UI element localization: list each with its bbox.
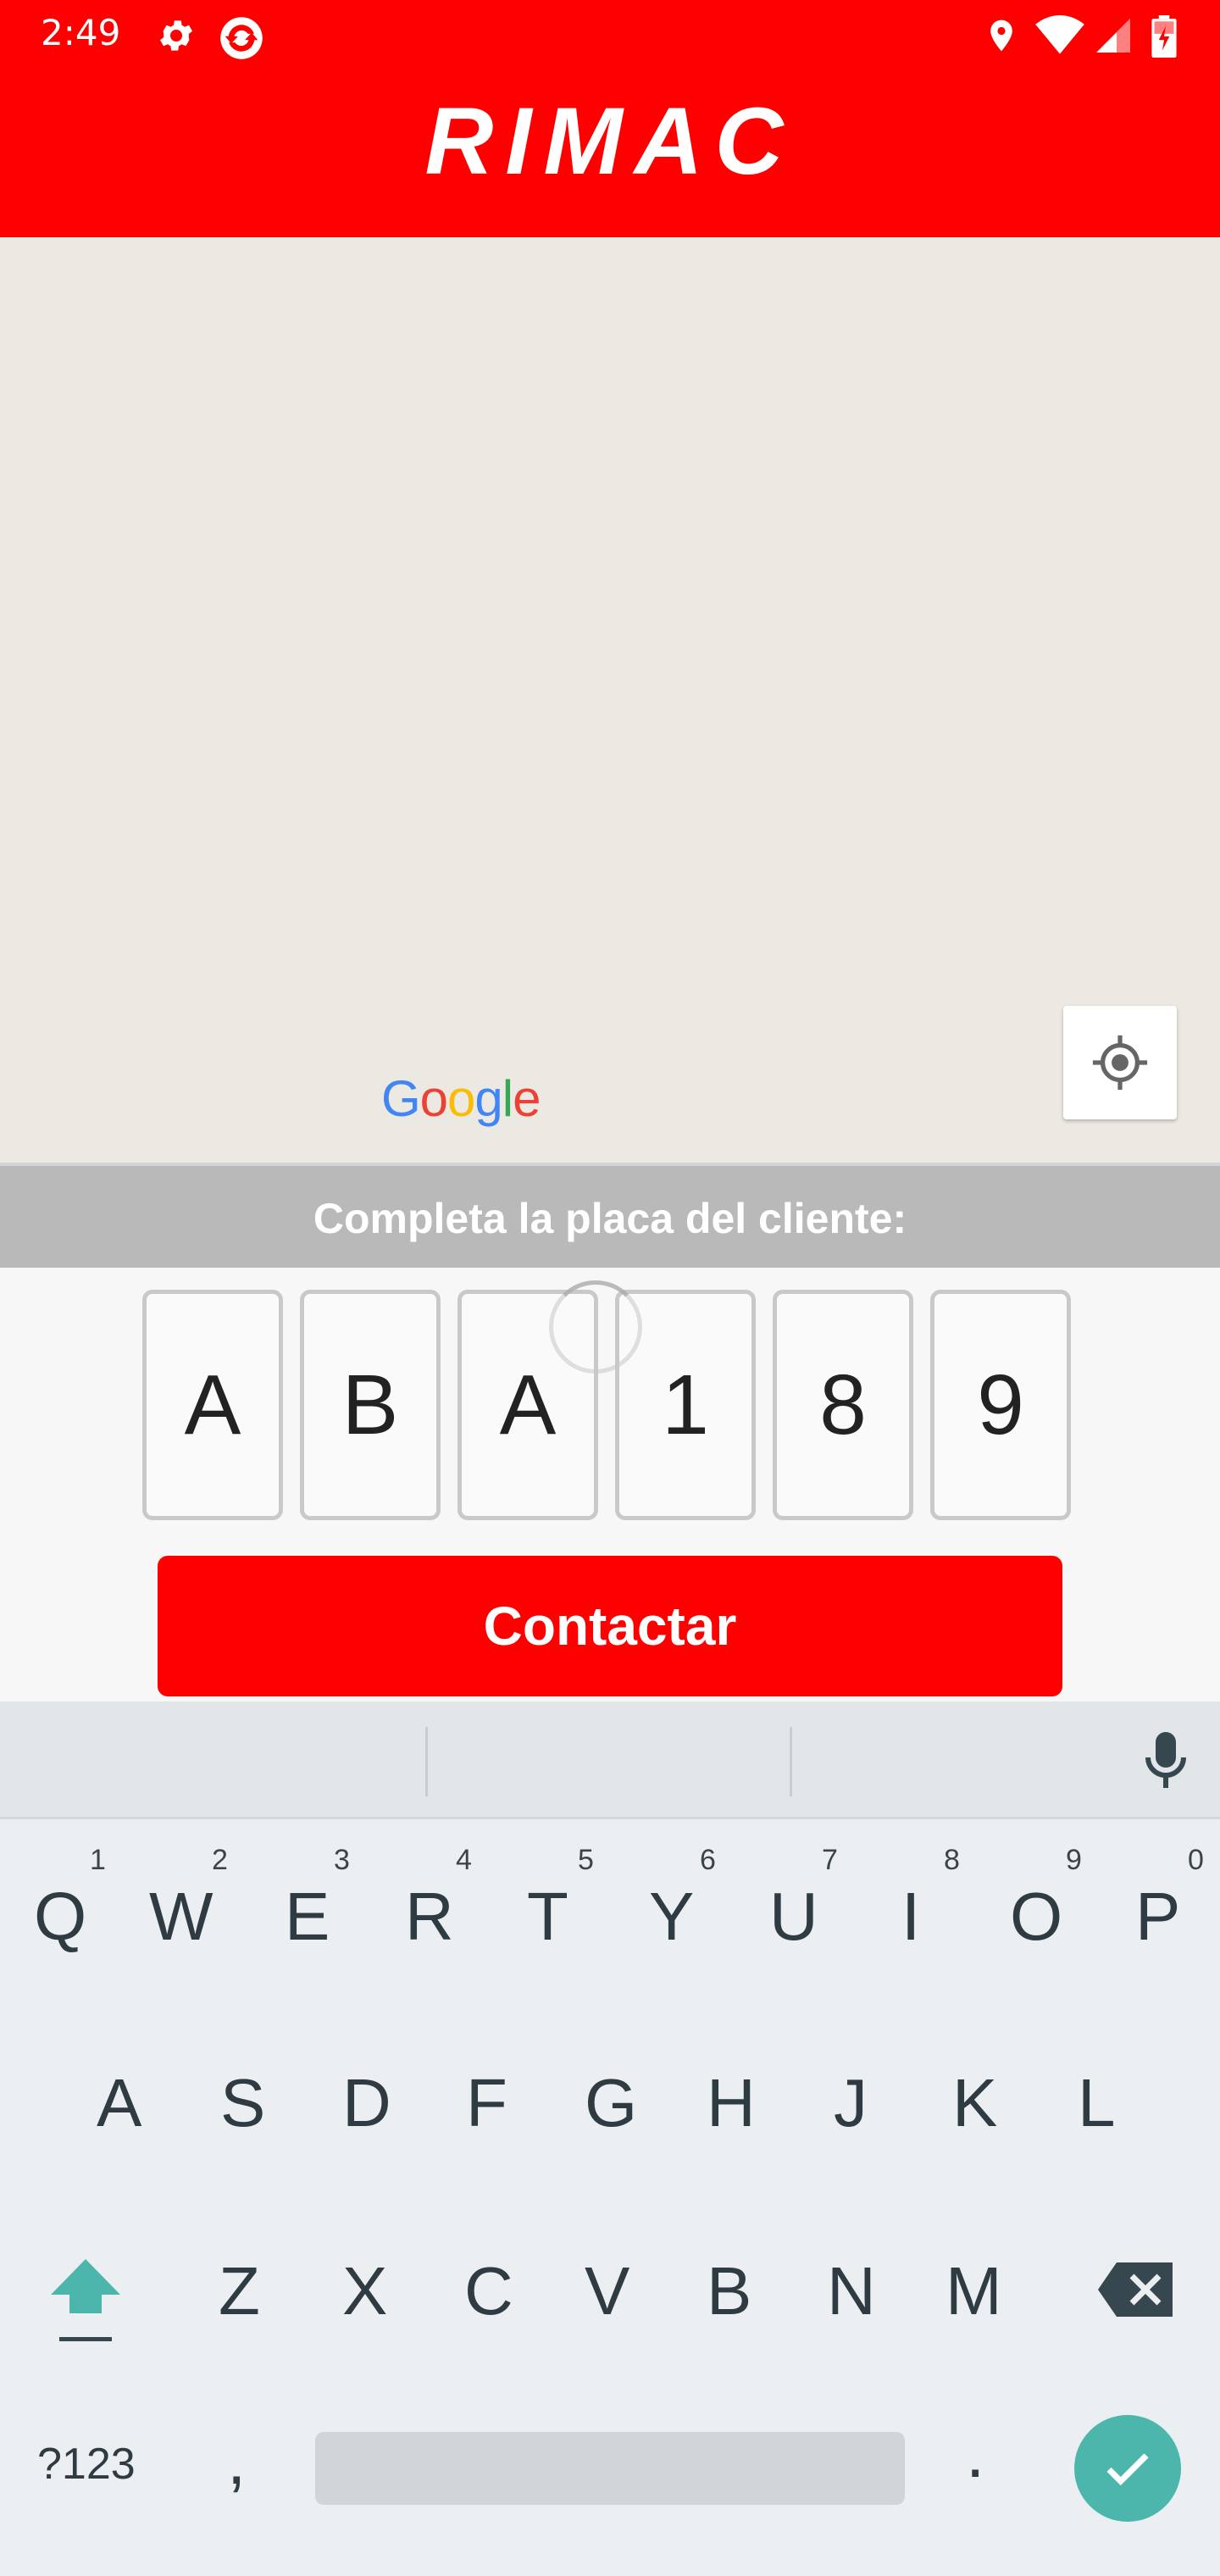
key-q[interactable]: Q bbox=[34, 1878, 86, 1956]
google-letter: e bbox=[513, 1070, 541, 1127]
contact-button[interactable]: Contactar bbox=[158, 1556, 1062, 1696]
loading-spinner bbox=[549, 1280, 642, 1374]
plate-char-input[interactable]: A bbox=[142, 1290, 283, 1520]
suggestion-strip bbox=[0, 1702, 1220, 1819]
app-header: RIMAC bbox=[0, 71, 1220, 237]
key-a[interactable]: A bbox=[97, 2064, 141, 2142]
key-hint: 4 bbox=[456, 1844, 472, 1876]
key-s[interactable]: S bbox=[220, 2064, 265, 2142]
battery-icon bbox=[1151, 15, 1178, 62]
shift-arrow-icon bbox=[51, 2259, 120, 2341]
status-time: 2:49 bbox=[41, 12, 121, 53]
key-h[interactable]: H bbox=[707, 2064, 756, 2142]
key-f[interactable]: F bbox=[466, 2064, 507, 2142]
key-w[interactable]: W bbox=[149, 1878, 214, 1956]
plate-panel-title: Completa la placa del cliente: bbox=[0, 1163, 1220, 1268]
key-hint: 2 bbox=[212, 1844, 228, 1876]
plate-char-input[interactable]: 8 bbox=[773, 1290, 913, 1520]
space-bar[interactable] bbox=[315, 2432, 905, 2505]
key-e[interactable]: E bbox=[285, 1878, 330, 1956]
suggestion-divider bbox=[425, 1727, 428, 1796]
key-v[interactable]: V bbox=[585, 2252, 629, 2330]
brand-logo: RIMAC bbox=[424, 88, 796, 194]
google-letter: l bbox=[502, 1070, 513, 1127]
key-b[interactable]: B bbox=[707, 2252, 751, 2330]
status-bar: 2:49 bbox=[0, 0, 1220, 71]
key-n[interactable]: N bbox=[827, 2252, 876, 2330]
settings-icon bbox=[156, 15, 197, 60]
symbols-key[interactable]: ?123 bbox=[37, 2439, 136, 2490]
plate-char-input[interactable]: B bbox=[300, 1290, 441, 1520]
google-letter: o bbox=[447, 1070, 475, 1127]
key-d[interactable]: D bbox=[342, 2064, 391, 2142]
key-hint: 9 bbox=[1066, 1844, 1082, 1876]
sync-app-icon bbox=[219, 15, 264, 65]
key-l[interactable]: L bbox=[1078, 2064, 1116, 2142]
google-letter: o bbox=[419, 1070, 448, 1127]
key-hint: 3 bbox=[334, 1844, 350, 1876]
cell-signal-icon bbox=[1093, 15, 1134, 60]
key-g[interactable]: G bbox=[585, 2064, 637, 2142]
google-letter: g bbox=[474, 1070, 502, 1127]
key-x[interactable]: X bbox=[342, 2252, 387, 2330]
enter-key[interactable] bbox=[1074, 2415, 1181, 2522]
key-k[interactable]: K bbox=[952, 2064, 997, 2142]
backspace-icon bbox=[1098, 2262, 1173, 2317]
location-icon bbox=[983, 15, 1020, 60]
key-hint: 7 bbox=[822, 1844, 838, 1876]
microphone-icon[interactable] bbox=[1140, 1732, 1191, 1797]
map-view[interactable] bbox=[0, 237, 1220, 1163]
suggestion-divider bbox=[790, 1727, 792, 1796]
key-p[interactable]: P bbox=[1135, 1878, 1180, 1956]
plate-char-input[interactable]: 9 bbox=[930, 1290, 1071, 1520]
key-hint: 1 bbox=[90, 1844, 106, 1876]
key-hint: 8 bbox=[944, 1844, 960, 1876]
key-m[interactable]: M bbox=[946, 2252, 1002, 2330]
key-t[interactable]: T bbox=[527, 1878, 568, 1956]
shift-key[interactable] bbox=[47, 2252, 124, 2350]
plate-panel: A B A 1 8 9 Contactar bbox=[0, 1268, 1220, 1702]
period-key[interactable]: . bbox=[966, 2415, 984, 2493]
key-o[interactable]: O bbox=[1010, 1878, 1062, 1956]
key-hint: 0 bbox=[1188, 1844, 1204, 1876]
key-i[interactable]: I bbox=[901, 1878, 920, 1956]
crosshair-icon bbox=[1092, 1035, 1148, 1091]
key-u[interactable]: U bbox=[769, 1878, 818, 1956]
key-r[interactable]: R bbox=[405, 1878, 454, 1956]
backspace-key[interactable] bbox=[1098, 2262, 1173, 2321]
key-j[interactable]: J bbox=[834, 2064, 868, 2142]
my-location-button[interactable] bbox=[1063, 1006, 1177, 1119]
key-hint: 6 bbox=[700, 1844, 716, 1876]
checkmark-icon bbox=[1106, 2453, 1149, 2486]
google-attribution: Google bbox=[381, 1069, 541, 1128]
wifi-icon bbox=[1035, 15, 1084, 60]
soft-keyboard: Q 1 W 2 E 3 R 4 T 5 Y 6 U 7 I 8 O 9 P 0 … bbox=[0, 1702, 1220, 2576]
comma-key[interactable]: , bbox=[227, 2422, 246, 2500]
key-y[interactable]: Y bbox=[649, 1878, 694, 1956]
key-z[interactable]: Z bbox=[219, 2252, 260, 2330]
key-hint: 5 bbox=[578, 1844, 594, 1876]
key-c[interactable]: C bbox=[464, 2252, 513, 2330]
google-letter: G bbox=[381, 1070, 421, 1127]
